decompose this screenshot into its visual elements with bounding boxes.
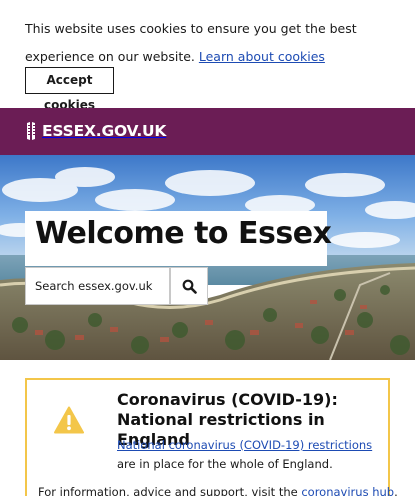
page-title: Welcome to Essex <box>35 216 332 251</box>
notice-footer-end: . <box>394 485 398 496</box>
site-logo[interactable]: ESSEX.GOV.UK <box>25 120 166 142</box>
notice-body-text: are in place for the whole of England. <box>117 457 333 471</box>
notice-footer-text: For information, advice and support, vis… <box>38 485 302 496</box>
search-button[interactable] <box>170 267 208 305</box>
notice-footer: For information, advice and support, vis… <box>38 483 398 496</box>
cookie-banner: This website uses cookies to ensure you … <box>0 0 415 112</box>
welcome-title-box: Welcome to Essex <box>25 211 332 266</box>
warning-icon <box>54 406 84 434</box>
search-icon <box>182 279 197 294</box>
accept-cookies-button[interactable]: Accept cookies <box>25 67 114 112</box>
coronavirus-hub-link[interactable]: coronavirus hub <box>301 485 394 496</box>
site-header: ESSEX.GOV.UK <box>0 108 415 155</box>
logo-text: ESSEX.GOV.UK <box>42 122 167 140</box>
covid-notice: Coronavirus (COVID-19): National restric… <box>25 378 398 496</box>
notice-body: National coronavirus (COVID-19) restrict… <box>117 436 379 474</box>
essex-seaxes-icon <box>27 122 35 140</box>
cookie-message: This website uses cookies to ensure you … <box>25 15 395 71</box>
learn-about-cookies-link[interactable]: Learn about cookies <box>199 49 325 64</box>
search-input[interactable] <box>25 267 170 305</box>
national-restrictions-link[interactable]: National coronavirus (COVID-19) restrict… <box>117 438 372 452</box>
